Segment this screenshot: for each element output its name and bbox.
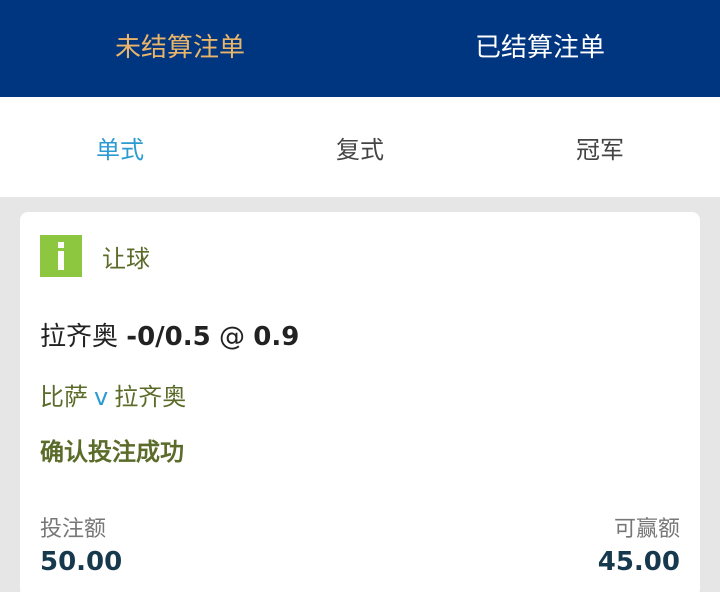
market-name: 让球 bbox=[102, 244, 150, 273]
stake-value: 50.00 bbox=[40, 547, 123, 577]
bet-status: 确认投注成功 bbox=[40, 438, 184, 466]
stake-label: 投注额 bbox=[40, 517, 107, 542]
bet-list: 让球 拉齐奥 -0/0.5 @ 0.9 比萨 v 拉齐奥 确认投注成功 投注额 50… bbox=[0, 197, 720, 592]
bet-card[interactable]: 让球 拉齐奥 -0/0.5 @ 0.9 比萨 v 拉齐奥 确认投注成功 投注额 50… bbox=[20, 212, 700, 592]
market-row: 让球 bbox=[40, 234, 680, 278]
at-symbol: @ bbox=[218, 322, 245, 352]
fixture: 比萨 v 拉齐奥 bbox=[40, 377, 680, 412]
versus-label: v bbox=[94, 383, 109, 411]
info-icon bbox=[40, 235, 82, 277]
selection-line: -0/0.5 bbox=[126, 322, 211, 352]
bet-status-tabs: 未结算注单 已结算注单 bbox=[0, 0, 720, 97]
bet-selection: 拉齐奥 -0/0.5 @ 0.9 bbox=[40, 316, 680, 353]
bet-type-tabs: 单式 复式 冠军 bbox=[0, 97, 720, 197]
bet-amounts: 投注额 50.00 可赢额 45.00 bbox=[40, 511, 680, 577]
selection-team: 拉齐奥 bbox=[40, 322, 119, 352]
tab-settled-bets[interactable]: 已结算注单 bbox=[360, 0, 720, 97]
payout-value: 45.00 bbox=[597, 547, 680, 577]
tab-single[interactable]: 单式 bbox=[0, 130, 240, 165]
away-team: 拉齐奥 bbox=[114, 383, 187, 411]
payout-label: 可赢额 bbox=[613, 517, 680, 542]
stake-block: 投注额 50.00 bbox=[40, 511, 122, 577]
tab-outright[interactable]: 冠军 bbox=[480, 130, 720, 165]
tab-unsettled-bets[interactable]: 未结算注单 bbox=[0, 0, 360, 97]
odds-value: 0.9 bbox=[253, 322, 300, 352]
tab-multiple[interactable]: 复式 bbox=[240, 130, 480, 165]
home-team: 比萨 bbox=[40, 383, 88, 411]
payout-block: 可赢额 45.00 bbox=[598, 511, 680, 577]
